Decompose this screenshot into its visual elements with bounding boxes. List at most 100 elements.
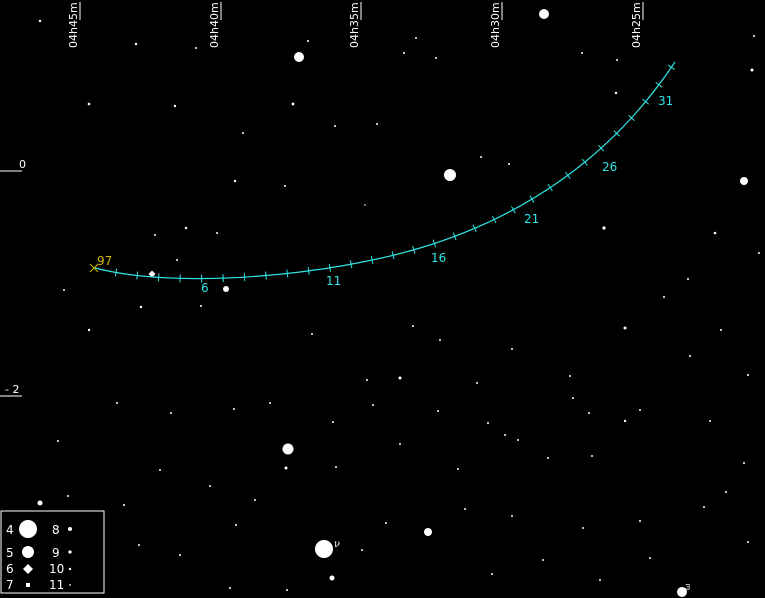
star-label-nu: ν <box>334 539 340 550</box>
star <box>233 179 237 183</box>
ra-axis: 04h45m 04h40m 04h35m 04h30m 04h25m <box>67 2 644 48</box>
star <box>361 549 363 551</box>
star <box>547 457 549 459</box>
star <box>504 434 506 436</box>
star <box>687 278 689 280</box>
star <box>639 520 641 522</box>
dec-label-minus2: - 2 <box>5 383 19 396</box>
star <box>364 204 366 206</box>
day-label-6: 6 <box>201 281 209 295</box>
dec-label-0: 0 <box>19 158 26 171</box>
star <box>614 91 618 95</box>
star <box>743 462 745 464</box>
star <box>539 9 549 19</box>
star <box>725 491 727 493</box>
star <box>747 374 749 376</box>
star <box>709 420 711 422</box>
star <box>184 226 188 230</box>
star <box>233 408 235 410</box>
legend-symbol-11 <box>69 584 71 586</box>
star <box>415 37 417 39</box>
star <box>284 466 288 470</box>
star <box>334 125 336 127</box>
star <box>740 177 748 185</box>
ra-label-0430: 04h30m <box>489 2 502 48</box>
star <box>123 504 125 506</box>
star <box>138 544 140 546</box>
star <box>480 156 482 158</box>
ra-label-0440: 04h40m <box>208 2 221 48</box>
legend-symbol-7 <box>26 583 30 587</box>
star <box>87 102 91 106</box>
ra-label-0445: 04h45m <box>67 2 80 48</box>
star <box>372 404 374 406</box>
star <box>366 379 368 381</box>
star <box>315 540 333 558</box>
star <box>159 469 161 471</box>
star <box>229 587 231 589</box>
star <box>335 466 337 468</box>
star <box>444 169 456 181</box>
star <box>663 296 665 298</box>
star <box>508 163 510 165</box>
star-label-omega: ω <box>683 583 692 590</box>
track-tick <box>655 82 663 88</box>
star <box>424 528 432 536</box>
track-tick <box>328 263 332 272</box>
star <box>542 559 544 561</box>
track-tick <box>564 171 571 179</box>
star <box>254 499 256 501</box>
track-start-label: 97 <box>97 254 112 268</box>
star <box>284 185 286 187</box>
star <box>487 422 489 424</box>
star <box>491 573 493 575</box>
star <box>649 557 651 559</box>
star <box>200 305 202 307</box>
star <box>307 40 309 42</box>
legend-mag-6: 6 <box>6 562 14 576</box>
star <box>581 52 583 54</box>
track-line <box>94 61 676 280</box>
star <box>282 443 294 455</box>
star <box>476 382 478 384</box>
star <box>170 412 172 414</box>
legend-symbol-5 <box>22 546 34 558</box>
track-tick <box>349 260 353 269</box>
star <box>67 495 69 497</box>
star <box>269 402 271 404</box>
star <box>758 252 760 254</box>
star <box>616 59 618 61</box>
star <box>134 42 138 46</box>
star <box>176 259 178 261</box>
star <box>511 515 513 517</box>
track-tick <box>307 266 310 275</box>
star <box>403 52 405 54</box>
star <box>286 589 288 591</box>
star <box>294 52 304 62</box>
magnitude-legend: 4 8 5 9 6 10 7 11 <box>0 510 105 594</box>
legend-mag-9: 9 <box>52 546 60 560</box>
star <box>457 468 459 470</box>
star <box>511 348 513 350</box>
legend-symbol-9 <box>68 550 72 554</box>
star <box>623 326 627 330</box>
track-tick <box>547 184 553 192</box>
legend-symbol-8 <box>68 527 72 531</box>
day-label-16: 16 <box>431 251 446 265</box>
star <box>572 397 574 399</box>
star <box>747 541 749 543</box>
star <box>582 527 584 529</box>
star-chart: 04h45m 04h40m 04h35m 04h30m 04h25m 0 - 2 <box>0 2 760 597</box>
star <box>223 286 229 292</box>
star <box>623 419 627 423</box>
legend-mag-5: 5 <box>6 546 14 560</box>
star <box>311 333 313 335</box>
day-label-26: 26 <box>602 160 617 174</box>
day-label-21: 21 <box>524 212 539 226</box>
legend-mag-8: 8 <box>52 523 60 537</box>
track-tick <box>114 268 118 277</box>
legend-mag-4: 4 <box>6 523 14 537</box>
star <box>154 234 156 236</box>
legend-symbol-10 <box>68 567 72 571</box>
star <box>439 339 441 341</box>
